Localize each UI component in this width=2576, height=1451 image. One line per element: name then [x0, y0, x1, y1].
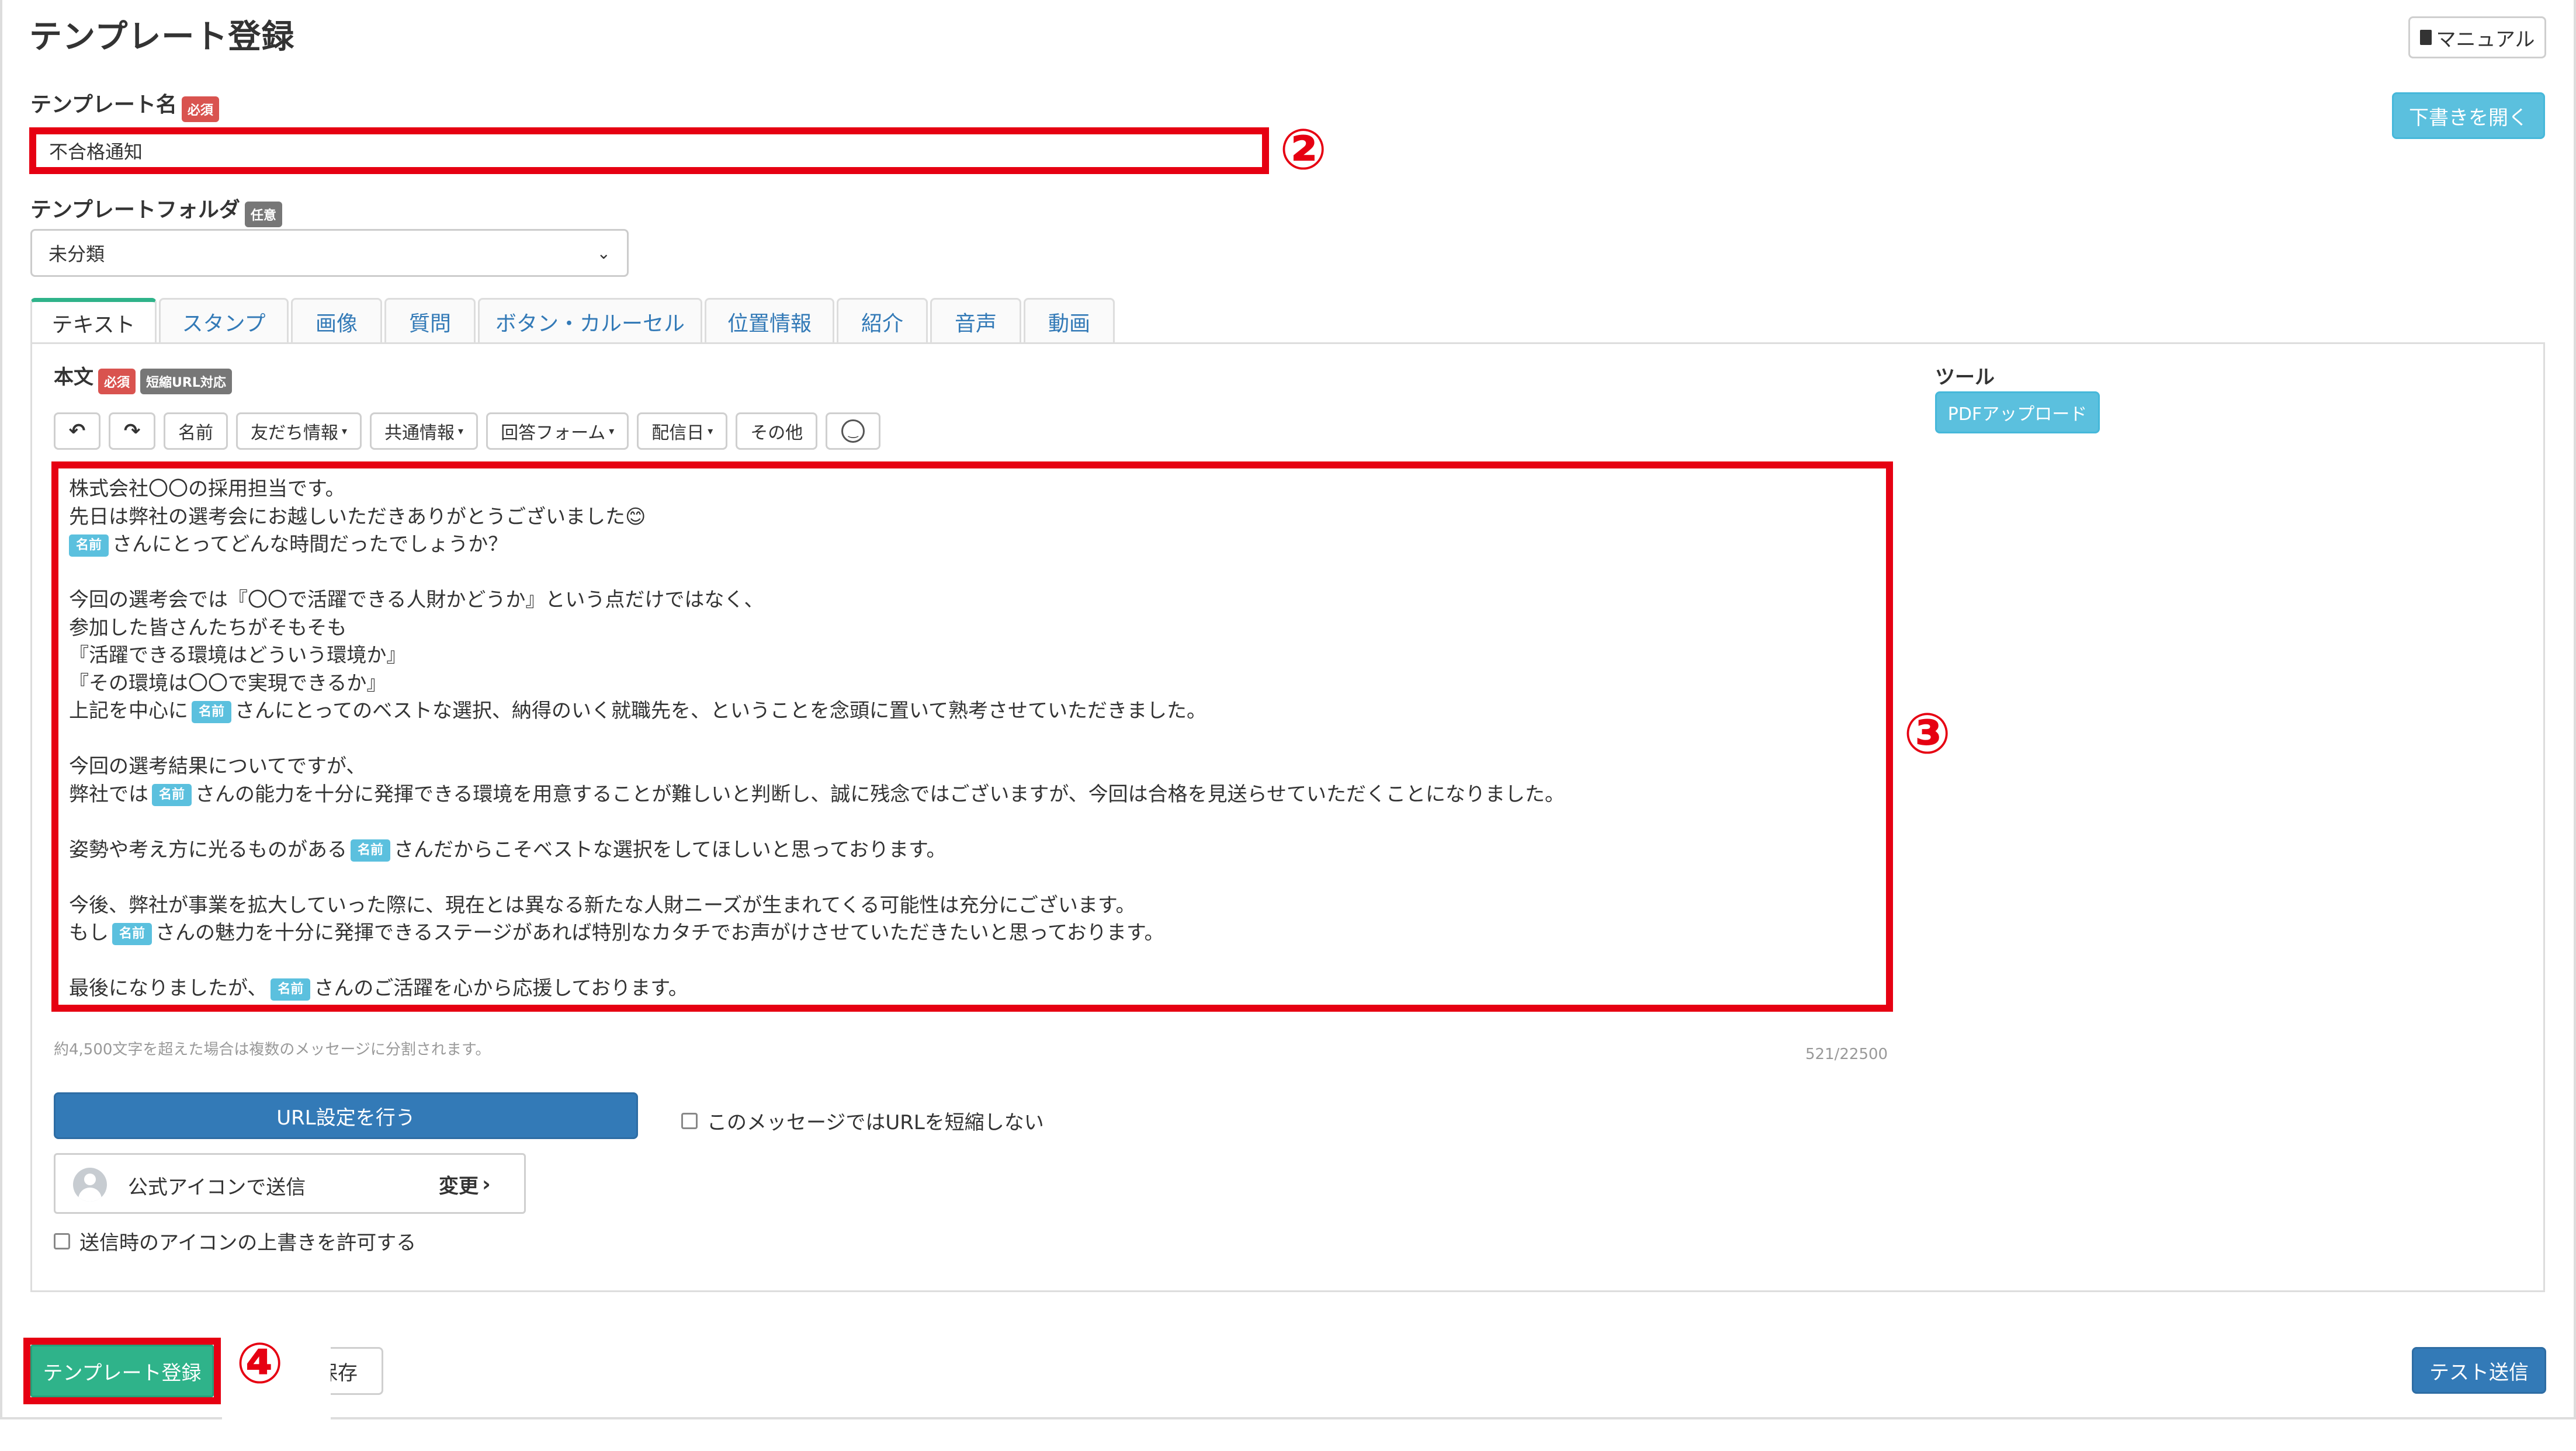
line-14b: さんのご活躍を心から応援しております。 [314, 977, 688, 1000]
line-6: 『活躍できる環境はどういう環境か』 [69, 644, 407, 667]
required-badge: 必須 [98, 368, 136, 394]
line-14a: 最後になりましたが、 [69, 977, 268, 1000]
line-9: 今回の選考結果についてですが、 [69, 755, 366, 778]
annotation-4: ④ [236, 1331, 284, 1396]
manual-button[interactable]: マニュアル [2408, 16, 2546, 58]
editor-toolbar: ↶ ↷ 名前 友だち情報 ▾ 共通情報 ▾ 回答フォーム ▾ 配信日 ▾ その他 ‿ [54, 412, 889, 450]
name-placeholder-tag: 名前 [152, 784, 192, 806]
body-label-row: 本文 必須 短縮URL対応 [54, 361, 232, 394]
caret-down-icon: ▾ [342, 425, 348, 438]
message-body-text: 株式会社〇〇の採用担当です。 先日は弊社の選考会にお越しいただきありがとうござい… [69, 475, 1565, 1003]
tab-image[interactable]: 画像 [291, 298, 382, 343]
delivery-date-label: 配信日 [651, 423, 705, 443]
undo-icon: ↶ [68, 419, 86, 443]
line-11b: さんだからこそベストな選択をしてほしいと思っております。 [394, 838, 947, 862]
answer-form-dropdown[interactable]: 回答フォーム ▾ [486, 412, 629, 450]
redo-icon: ↷ [123, 419, 141, 443]
friend-info-dropdown[interactable]: 友だち情報 ▾ [236, 412, 362, 450]
short-url-badge: 短縮URL対応 [140, 368, 232, 394]
caret-down-icon: ▾ [609, 425, 615, 438]
name-placeholder-tag: 名前 [69, 534, 109, 557]
tab-question[interactable]: 質問 [384, 298, 476, 343]
line-13b: さんの魅力を十分に発揮できるステージがあれば特別なカタチでお声がけさせていただき… [155, 921, 1164, 945]
template-name-input[interactable]: 不合格通知 [36, 134, 1262, 167]
chevron-down-icon: ⌄ [597, 243, 611, 263]
line-4: 今回の選考会では『〇〇で活躍できる人財かどうか』という点だけではなく、 [69, 588, 764, 612]
template-folder-selected: 未分類 [48, 243, 105, 265]
insert-name-button[interactable]: 名前 [164, 412, 228, 450]
pdf-upload-button[interactable]: PDFアップロード [1935, 391, 2100, 433]
send-icon-label: 公式アイコンで送信 [128, 1176, 306, 1199]
template-name-label-row: テンプレート名 必須 [30, 88, 219, 122]
line-3: さんにとってどんな時間だったでしょうか？ [112, 533, 508, 556]
annotation-2: ② [1280, 117, 1327, 182]
line-8b: さんにとってのベストな選択、納得のいく就職先を、ということを念頭に置いて熟考させ… [235, 699, 1206, 723]
line-10a: 弊社では [69, 782, 148, 806]
other-button[interactable]: その他 [736, 412, 818, 450]
manual-label: マニュアル [2436, 27, 2535, 51]
change-label: 変更 [439, 1175, 479, 1198]
name-placeholder-tag: 名前 [351, 839, 391, 862]
line-1: 株式会社〇〇の採用担当です。 [69, 477, 345, 501]
shared-info-label: 共通情報 [384, 423, 455, 443]
tab-audio[interactable]: 音声 [930, 298, 1021, 343]
avatar [73, 1168, 107, 1202]
change-icon-link[interactable]: 変更 › [439, 1170, 491, 1199]
line-8a: 上記を中心に [69, 699, 188, 723]
template-register-button[interactable]: テンプレート登録 [30, 1345, 214, 1397]
template-name-label: テンプレート名 [30, 93, 177, 117]
name-placeholder-tag: 名前 [271, 978, 311, 1001]
line-11a: 姿勢や考え方に光るものがある [69, 838, 347, 862]
line-5: 参加した皆さんたちがそもそも [69, 616, 347, 640]
caret-down-icon: ▾ [458, 425, 464, 438]
caret-down-icon: ▾ [708, 425, 713, 438]
allow-icon-override-checkbox[interactable] [54, 1233, 70, 1249]
body-label: 本文 [54, 366, 93, 389]
message-type-tabs: テキスト スタンプ 画像 質問 ボタン・カルーセル 位置情報 紹介 音声 動画 [30, 298, 1117, 343]
required-badge: 必須 [181, 96, 219, 122]
page-title: テンプレート登録 [29, 18, 295, 56]
line-13a: もし [69, 921, 109, 945]
line-2: 先日は弊社の選考会にお越しいただきありがとうございました😊 [69, 505, 646, 529]
no-shorten-url-label: このメッセージではURLを短縮しない [707, 1111, 1044, 1134]
open-draft-button[interactable]: 下書きを開く [2392, 92, 2545, 139]
annotation-3: ③ [1904, 701, 1951, 766]
split-note: 約4,500文字を超えた場合は複数のメッセージに分割されます。 [54, 1041, 491, 1058]
line-7: 『その環境は〇〇で実現できるか』 [69, 671, 387, 695]
char-count: 521/22500 [1805, 1046, 1888, 1063]
url-settings-button[interactable]: URL設定を行う [54, 1092, 638, 1139]
test-send-button[interactable]: テスト送信 [2412, 1347, 2546, 1394]
tab-location[interactable]: 位置情報 [705, 298, 834, 343]
allow-icon-override-option[interactable]: 送信時のアイコンの上書きを許可する [54, 1227, 416, 1255]
template-folder-select[interactable]: 未分類 ⌄ [30, 229, 629, 277]
undo-button[interactable]: ↶ [54, 412, 100, 450]
template-folder-label: テンプレートフォルダ [30, 198, 240, 222]
delivery-date-dropdown[interactable]: 配信日 ▾ [637, 412, 728, 450]
template-folder-label-row: テンプレートフォルダ 任意 [30, 193, 282, 227]
shared-info-dropdown[interactable]: 共通情報 ▾ [370, 412, 479, 450]
book-icon [2419, 30, 2432, 45]
optional-badge: 任意 [244, 201, 282, 227]
redo-button[interactable]: ↷ [109, 412, 155, 450]
name-placeholder-tag: 名前 [192, 700, 232, 723]
message-body-editor[interactable]: 株式会社〇〇の採用担当です。 先日は弊社の選考会にお越しいただきありがとうござい… [58, 468, 1886, 1005]
tab-video[interactable]: 動画 [1024, 298, 1115, 343]
emoji-button[interactable]: ‿ [826, 412, 881, 450]
name-placeholder-tag: 名前 [112, 922, 152, 945]
no-shorten-url-option[interactable]: このメッセージではURLを短縮しない [681, 1106, 1044, 1135]
tab-text[interactable]: テキスト [30, 298, 157, 343]
answer-form-label: 回答フォーム [501, 423, 606, 443]
tab-introduction[interactable]: 紹介 [837, 298, 928, 343]
friend-info-label: 友だち情報 [251, 423, 338, 443]
line-12: 今後、弊社が事業を拡大していった際に、現在とは異なる新たな人財ニーズが生まれてく… [69, 893, 1136, 917]
line-10b: さんの能力を十分に発揮できる環境を用意することが難しいと判断し、誠に残念ではござ… [195, 782, 1565, 806]
send-icon-selector[interactable]: 公式アイコンで送信 変更 › [54, 1153, 526, 1214]
chevron-right-icon: › [482, 1172, 491, 1196]
emoji-icon: ‿ [841, 419, 865, 443]
tools-label: ツール [1935, 366, 1995, 389]
tab-button-carousel[interactable]: ボタン・カルーセル [478, 298, 702, 343]
no-shorten-url-checkbox[interactable] [681, 1112, 698, 1129]
tab-stamp[interactable]: スタンプ [159, 298, 289, 343]
allow-icon-override-label: 送信時のアイコンの上書きを許可する [79, 1231, 417, 1255]
